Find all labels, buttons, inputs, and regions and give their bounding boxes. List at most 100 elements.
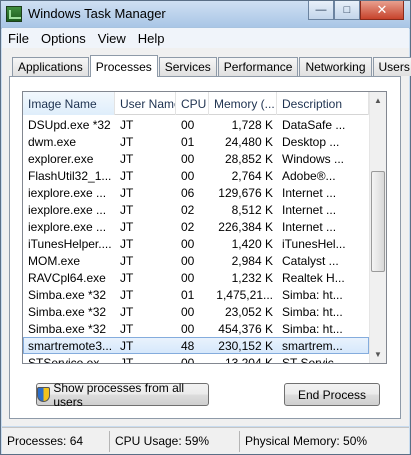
show-all-processes-button[interactable]: Show processes from all users — [36, 381, 209, 409]
process-user-name: JT — [120, 117, 134, 132]
process-user-name: JT — [120, 253, 134, 268]
column-header-row: Image Name User Name CPU Memory (... Des… — [23, 92, 369, 115]
process-user-name: JT — [120, 185, 134, 200]
process-memory: 454,376 K — [218, 321, 273, 336]
process-image-name: explorer.exe — [28, 151, 94, 166]
process-rows: DSUpd.exe *32 JT 00 1,728 K DataSafe ... dwm.… — [23, 116, 369, 364]
scrollbar-thumb[interactable] — [371, 171, 385, 272]
process-image-name: Simba.exe *32 — [28, 321, 107, 336]
status-physical-memory: Physical Memory: 50% — [245, 434, 368, 448]
process-row[interactable]: iexplore.exe ... JT 06 129,676 K Internet ..… — [23, 184, 369, 201]
column-header-image-name[interactable]: Image Name — [23, 92, 115, 115]
process-memory: 129,676 K — [218, 185, 273, 200]
process-row[interactable]: FlashUtil32_1... JT 00 2,764 K Adobe®... — [23, 167, 369, 184]
end-process-label: End Process — [297, 387, 367, 402]
process-row[interactable]: dwm.exe JT 01 24,480 K Desktop ... — [23, 133, 369, 150]
tab-users[interactable]: Users — [372, 57, 411, 76]
end-process-button[interactable]: End Process — [284, 383, 380, 406]
close-button[interactable]: ✕ — [360, 1, 404, 20]
maximize-icon: □ — [343, 4, 351, 16]
uac-shield-icon — [37, 387, 51, 402]
process-list[interactable]: Image Name User Name CPU Memory (... Des… — [22, 91, 387, 364]
menu-view[interactable]: View — [92, 31, 132, 46]
process-row[interactable]: smartremote3... JT 48 230,152 K smartrem... — [23, 337, 369, 354]
process-cpu: 48 — [181, 338, 195, 353]
process-memory: 1,475,21... — [216, 287, 273, 302]
process-description: smartrem... — [282, 338, 343, 353]
process-description: Desktop ... — [282, 134, 340, 149]
process-row[interactable]: iexplore.exe ... JT 02 8,512 K Internet ... — [23, 201, 369, 218]
process-row[interactable]: STService.ex... JT 00 13,204 K ST Servic... — [23, 354, 369, 364]
menu-bar: File Options View Help — [2, 28, 409, 48]
column-header-description[interactable]: Description — [277, 92, 369, 115]
client-area: Applications Processes Services Performa… — [2, 48, 411, 426]
process-image-name: DSUpd.exe *32 — [28, 117, 111, 132]
process-image-name: FlashUtil32_1... — [28, 168, 112, 183]
process-memory: 23,052 K — [224, 304, 273, 319]
process-image-name: iexplore.exe ... — [28, 185, 107, 200]
process-row[interactable]: iTunesHelper.... JT 00 1,420 K iTunesHel... — [23, 235, 369, 252]
process-cpu: 01 — [181, 134, 195, 149]
process-memory: 230,152 K — [218, 338, 273, 353]
process-user-name: JT — [120, 236, 134, 251]
process-memory: 28,852 K — [224, 151, 273, 166]
process-row[interactable]: MOM.exe JT 00 2,984 K Catalyst ... — [23, 252, 369, 269]
process-user-name: JT — [120, 270, 134, 285]
menu-file[interactable]: File — [2, 31, 35, 46]
process-description: Adobe®... — [282, 168, 336, 183]
process-description: Internet ... — [282, 202, 337, 217]
process-row[interactable]: Simba.exe *32 JT 01 1,475,21... Simba: ht... — [23, 286, 369, 303]
process-cpu: 00 — [181, 236, 195, 251]
process-row[interactable]: RAVCpl64.exe JT 00 1,232 K Realtek H... — [23, 269, 369, 286]
process-cpu: 00 — [181, 355, 195, 364]
tab-strip: Applications Processes Services Performa… — [12, 54, 411, 77]
process-cpu: 01 — [181, 287, 195, 302]
column-header-memory[interactable]: Memory (... — [209, 92, 277, 115]
process-image-name: dwm.exe — [28, 134, 77, 149]
process-cpu: 00 — [181, 304, 195, 319]
tab-applications[interactable]: Applications — [12, 57, 89, 76]
column-header-cpu[interactable]: CPU — [176, 92, 209, 115]
process-user-name: JT — [120, 202, 134, 217]
process-cpu: 00 — [181, 321, 195, 336]
process-description: ST Servic... — [282, 355, 344, 364]
process-description: iTunesHel... — [282, 236, 346, 251]
close-icon: ✕ — [376, 2, 388, 17]
title-bar[interactable]: Windows Task Manager — □ ✕ — [1, 1, 410, 27]
process-user-name: JT — [120, 355, 134, 364]
process-description: Realtek H... — [282, 270, 345, 285]
process-description: Internet ... — [282, 219, 337, 234]
menu-help[interactable]: Help — [132, 31, 171, 46]
process-memory: 1,232 K — [231, 270, 273, 285]
tab-services[interactable]: Services — [158, 57, 217, 76]
vertical-scrollbar[interactable]: ▲ ▼ — [369, 92, 386, 363]
process-cpu: 00 — [181, 270, 195, 285]
minimize-icon: — — [315, 4, 327, 16]
scroll-up-arrow-icon[interactable]: ▲ — [370, 92, 386, 109]
tab-processes[interactable]: Processes — [89, 55, 158, 77]
task-manager-window: Windows Task Manager — □ ✕ File Options … — [0, 0, 411, 455]
process-image-name: iTunesHelper.... — [28, 236, 112, 251]
process-image-name: iexplore.exe ... — [28, 202, 107, 217]
process-row[interactable]: DSUpd.exe *32 JT 00 1,728 K DataSafe ... — [23, 116, 369, 133]
maximize-button[interactable]: □ — [334, 1, 360, 20]
process-image-name: MOM.exe — [28, 253, 81, 268]
process-image-name: STService.ex... — [28, 355, 110, 364]
process-row[interactable]: iexplore.exe ... JT 02 226,384 K Internet ..… — [23, 218, 369, 235]
menu-options[interactable]: Options — [35, 31, 92, 46]
minimize-button[interactable]: — — [308, 1, 334, 20]
tab-performance[interactable]: Performance — [217, 57, 299, 76]
process-image-name: Simba.exe *32 — [28, 304, 107, 319]
process-cpu: 00 — [181, 151, 195, 166]
window-controls: — □ ✕ — [308, 1, 404, 21]
scroll-down-arrow-icon[interactable]: ▼ — [370, 346, 386, 363]
process-description: Simba: ht... — [282, 304, 343, 319]
tab-networking[interactable]: Networking — [299, 57, 372, 76]
process-row[interactable]: explorer.exe JT 00 28,852 K Windows ... — [23, 150, 369, 167]
process-image-name: Simba.exe *32 — [28, 287, 107, 302]
column-header-user-name[interactable]: User Name — [115, 92, 176, 115]
process-row[interactable]: Simba.exe *32 JT 00 23,052 K Simba: ht... — [23, 303, 369, 320]
process-memory: 1,728 K — [231, 117, 273, 132]
process-row[interactable]: Simba.exe *32 JT 00 454,376 K Simba: ht... — [23, 320, 369, 337]
process-memory: 226,384 K — [218, 219, 273, 234]
